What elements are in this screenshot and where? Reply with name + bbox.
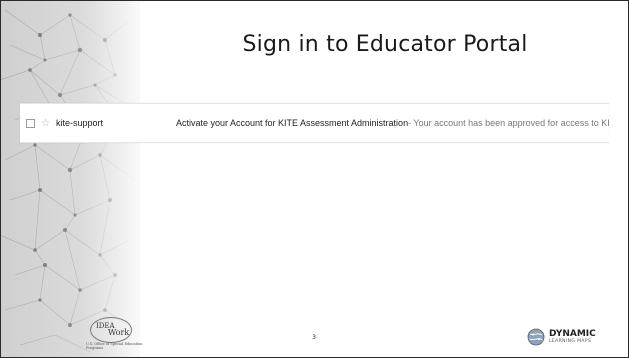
checkbox-icon[interactable] (26, 118, 35, 128)
email-list-row[interactable]: ☆ kite-support Activate your Account for… (20, 103, 609, 143)
dlm-text: DYNAMIC LEARNING MAPS (549, 329, 596, 345)
dlm-name: DYNAMIC (549, 329, 596, 339)
email-sender: kite-support (55, 118, 103, 128)
dlm-subtitle: LEARNING MAPS (549, 339, 592, 344)
slide-title: Sign in to Educator Portal (242, 32, 528, 57)
globe-icon (527, 328, 545, 346)
fade-overlay (0, 0, 140, 358)
slide: Sign in to Educator Portal ☆ kite-suppor… (0, 0, 629, 358)
dynamic-learning-maps-logo: DYNAMIC LEARNING MAPS (527, 324, 617, 350)
idea-that-work-logo: IDEA Work U.S. Office of Special Educati… (78, 315, 148, 355)
work-logo-text: Work (108, 328, 130, 337)
osep-logo-text: U.S. Office of Special Education Program… (86, 342, 143, 350)
email-snippet: - Your account has been approved for acc… (408, 118, 609, 128)
star-icon[interactable]: ☆ (41, 118, 50, 129)
network-background (0, 0, 140, 358)
slide-number: 3 (312, 334, 316, 341)
email-subject: Activate your Account for KITE Assessmen… (175, 118, 409, 128)
